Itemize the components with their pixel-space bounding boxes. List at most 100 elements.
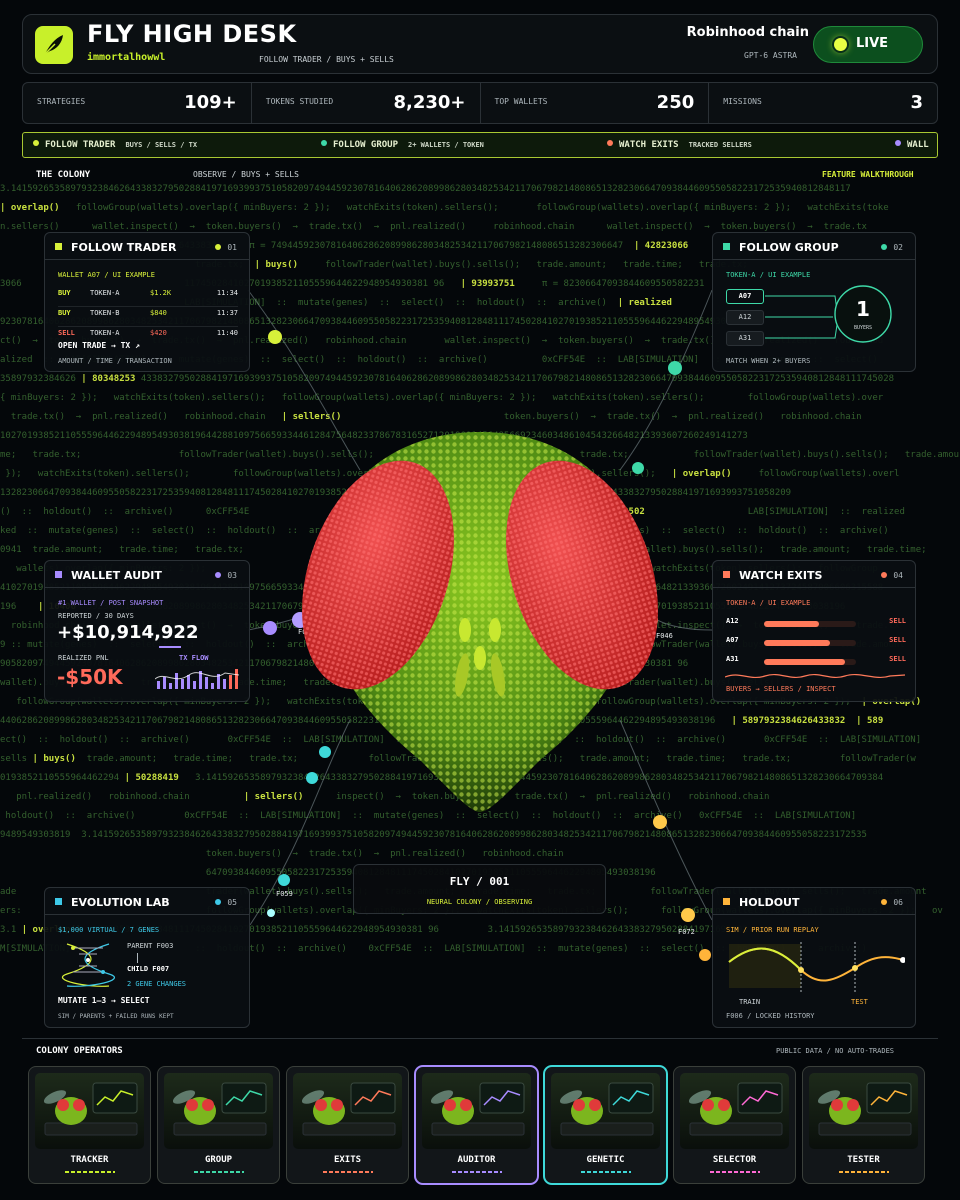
trade-time: 11:34: [216, 289, 238, 297]
panel-number: 01: [215, 243, 237, 252]
operator-card-tester[interactable]: TESTER: [802, 1066, 925, 1184]
panel-holdout[interactable]: HOLDOUT 06 SIM / PRIOR RUN REPLAY TRAIN …: [712, 887, 916, 1028]
operator-illustration: [35, 1073, 144, 1149]
operator-card-group[interactable]: GROUP: [157, 1066, 280, 1184]
trade-time: 11:40: [216, 329, 238, 337]
wallet-chip[interactable]: A12: [726, 310, 764, 325]
panel-follow-group[interactable]: FOLLOW GROUP 02 TOKEN-A / UI EXAMPLE A07…: [712, 232, 916, 372]
panel-title: FOLLOW TRADER: [55, 241, 176, 254]
operator-accent: [839, 1171, 889, 1173]
panel-watch-exits[interactable]: WATCH EXITS 04 TOKEN-A / UI EXAMPLE A12 …: [712, 560, 916, 702]
trade-time: 11:37: [216, 309, 238, 317]
wallet-label: WALLET A07 / UI EXAMPLE: [58, 271, 155, 279]
exit-row[interactable]: A07 SELL: [726, 636, 906, 653]
exit-action: SELL: [889, 655, 906, 663]
fly-head-illustration: [302, 432, 658, 812]
realized-label: REALIZED PNL: [58, 654, 109, 662]
operator-card-auditor[interactable]: AUDITOR: [415, 1066, 538, 1184]
panel-caption: MATCH WHEN 2+ BUYERS: [726, 357, 811, 365]
buyers-count: 1: [856, 297, 870, 321]
panel-number: 05: [215, 898, 237, 907]
exit-bar-track: [764, 640, 856, 646]
panel-caption: AMOUNT / TIME / TRANSACTION: [58, 357, 172, 365]
parent-id: PARENT F003: [127, 942, 174, 950]
exit-wallet: A31: [726, 655, 739, 663]
fly-id: FLY / 001: [449, 875, 510, 888]
panel-follow-trader[interactable]: FOLLOW TRADER 01 WALLET A07 / UI EXAMPLE…: [44, 232, 250, 372]
operator-accent: [452, 1171, 502, 1173]
fly-status-card[interactable]: FLY / 001 NEURAL COLONY / OBSERVING: [353, 864, 606, 914]
operator-illustration: [809, 1073, 918, 1149]
operator-accent: [194, 1171, 244, 1173]
panel-caption: F006 / LOCKED HISTORY: [726, 1012, 815, 1020]
panel-wallet-audit[interactable]: WALLET AUDIT 03 #1 WALLET / POST SNAPSHO…: [44, 560, 250, 702]
wallet-chip[interactable]: A31: [726, 331, 764, 346]
operator-name: GENETIC: [586, 1155, 625, 1165]
child-id: CHILD F007: [127, 965, 170, 973]
dot-icon: [881, 572, 888, 578]
exit-list: A12 SELL A07 SELL A31 SELL: [726, 617, 906, 672]
exit-bar-track: [764, 659, 856, 665]
operator-illustration: [293, 1073, 402, 1149]
marker-label: F059: [276, 890, 293, 898]
operator-name: SELECTOR: [712, 1155, 757, 1165]
buyers-label: BUYERS: [853, 325, 873, 331]
panel-evolution-lab[interactable]: EVOLUTION LAB 05 $1,000 VIRTUAL / 7 GENE…: [44, 887, 250, 1028]
exit-row[interactable]: A12 SELL: [726, 617, 906, 634]
square-icon: [723, 571, 730, 578]
tx-flow-chart: [155, 669, 239, 689]
holdout-label: SIM / PRIOR RUN REPLAY: [726, 926, 819, 934]
operator-card-exits[interactable]: EXITS: [286, 1066, 409, 1184]
trade-list: BUY TOKEN-A $1.2K 11:34 BUY TOKEN-B $840…: [58, 289, 238, 347]
trade-amount: $1.2K: [150, 289, 172, 297]
square-icon: [723, 898, 730, 905]
operators-note: PUBLIC DATA / NO AUTO-TRADES: [776, 1047, 895, 1055]
exit-wave: [725, 673, 905, 679]
operator-illustration: [551, 1073, 660, 1149]
gene-changes: 2 GENE CHANGES: [127, 980, 187, 988]
operator-name: TESTER: [847, 1155, 880, 1165]
operator-card-genetic[interactable]: GENETIC: [544, 1066, 667, 1184]
tx-flow-label: TX FLOW: [179, 654, 209, 662]
operator-name: EXITS: [333, 1155, 362, 1165]
operator-illustration: [164, 1073, 273, 1149]
fly-status: NEURAL COLONY / OBSERVING: [426, 898, 533, 906]
lab-budget: $1,000 VIRTUAL / 7 GENES: [58, 926, 160, 934]
trade-token: TOKEN-B: [90, 309, 120, 317]
dot-icon: [215, 572, 222, 578]
panel-title: HOLDOUT: [723, 896, 799, 909]
panel-title: WATCH EXITS: [723, 569, 822, 582]
train-label: TRAIN: [739, 998, 761, 1006]
realized-value: -$50K: [57, 665, 123, 689]
wallet-chip[interactable]: A07: [726, 289, 764, 304]
trade-token: TOKEN-A: [90, 329, 120, 337]
trade-side: BUY: [58, 289, 71, 297]
dot-icon: [215, 899, 222, 905]
trade-amount: $420: [150, 329, 167, 337]
audit-label: #1 WALLET / POST SNAPSHOT: [58, 599, 164, 607]
test-label: TEST: [851, 998, 868, 1006]
exit-bar-track: [764, 621, 856, 627]
panel-number: 06: [881, 898, 903, 907]
panel-number: 03: [215, 571, 237, 580]
trade-token: TOKEN-A: [90, 289, 120, 297]
exit-wallet: A07: [726, 636, 739, 644]
operator-name: GROUP: [204, 1155, 233, 1165]
operator-accent: [581, 1171, 631, 1173]
square-icon: [55, 243, 62, 250]
trade-row[interactable]: BUY TOKEN-B $840 11:37: [58, 309, 238, 327]
operator-name: AUDITOR: [457, 1155, 496, 1165]
holdout-chart: [728, 942, 905, 992]
square-icon: [55, 571, 62, 578]
open-trade-link[interactable]: OPEN TRADE → TX ↗: [58, 341, 140, 350]
trade-row[interactable]: BUY TOKEN-A $1.2K 11:34: [58, 289, 238, 307]
square-icon: [55, 898, 62, 905]
operator-accent: [710, 1171, 760, 1173]
mutate-select-button[interactable]: MUTATE 1–3 → SELECT: [58, 996, 150, 1005]
operators-title: COLONY OPERATORS: [36, 1046, 123, 1056]
trade-amount: $840: [150, 309, 167, 317]
operator-card-selector[interactable]: SELECTOR: [673, 1066, 796, 1184]
dot-icon: [215, 244, 222, 250]
panel-number: 04: [881, 571, 903, 580]
operator-card-tracker[interactable]: TRACKER: [28, 1066, 151, 1184]
